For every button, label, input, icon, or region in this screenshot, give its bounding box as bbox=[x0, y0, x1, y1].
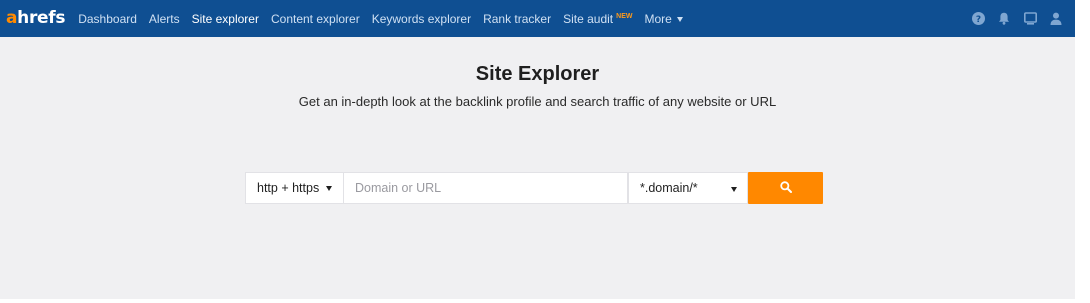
search-form: http + https *.domain/* bbox=[245, 172, 823, 204]
chevron-down-icon bbox=[676, 16, 683, 22]
page-background bbox=[0, 0, 1075, 299]
search-input[interactable] bbox=[344, 172, 628, 204]
chevron-down-icon bbox=[326, 185, 333, 191]
nav-item-site-audit[interactable]: Site audit NEW bbox=[563, 12, 632, 26]
svg-text:?: ? bbox=[975, 15, 980, 25]
nav-item-keywords-explorer[interactable]: Keywords explorer bbox=[372, 12, 471, 26]
window-edge-bottom bbox=[0, 299, 1090, 303]
nav-item-dashboard[interactable]: Dashboard bbox=[78, 12, 137, 26]
monitor-icon[interactable] bbox=[1023, 12, 1037, 26]
page-subtitle: Get an in-depth look at the backlink pro… bbox=[298, 94, 777, 109]
protocol-select-value: http + https bbox=[257, 181, 320, 195]
chevron-down-icon bbox=[731, 187, 737, 192]
window-edge bbox=[1075, 0, 1090, 303]
nav-item-rank-tracker[interactable]: Rank tracker bbox=[483, 12, 551, 26]
nav-icon-group: ? bbox=[959, 0, 1063, 37]
mode-select[interactable]: *.domain/* bbox=[628, 172, 748, 204]
mode-select-value: *.domain/* bbox=[640, 181, 698, 195]
nav-item-site-explorer[interactable]: Site explorer bbox=[192, 12, 259, 26]
logo-text: hrefs bbox=[17, 8, 66, 28]
nav-item-site-audit-label: Site audit bbox=[563, 11, 614, 26]
nav-item-more-label: More bbox=[644, 11, 672, 26]
page-title: Site Explorer bbox=[475, 63, 600, 85]
search-icon bbox=[779, 180, 792, 196]
help-icon[interactable]: ? bbox=[971, 12, 985, 26]
new-badge: NEW bbox=[616, 12, 633, 20]
nav-menu: Dashboard Alerts Site explorer Content e… bbox=[78, 0, 695, 37]
search-button[interactable] bbox=[748, 172, 823, 204]
protocol-select[interactable]: http + https bbox=[245, 172, 344, 204]
nav-item-content-explorer[interactable]: Content explorer bbox=[271, 12, 360, 26]
nav-item-alerts[interactable]: Alerts bbox=[149, 12, 180, 26]
ahrefs-logo[interactable]: a hrefs bbox=[6, 8, 66, 28]
top-navbar: a hrefs Dashboard Alerts Site explorer Co… bbox=[0, 0, 1075, 37]
nav-item-more[interactable]: More bbox=[645, 12, 683, 26]
bell-icon[interactable] bbox=[997, 12, 1011, 26]
logo-accent-letter: a bbox=[6, 8, 18, 28]
user-icon[interactable] bbox=[1049, 12, 1063, 26]
